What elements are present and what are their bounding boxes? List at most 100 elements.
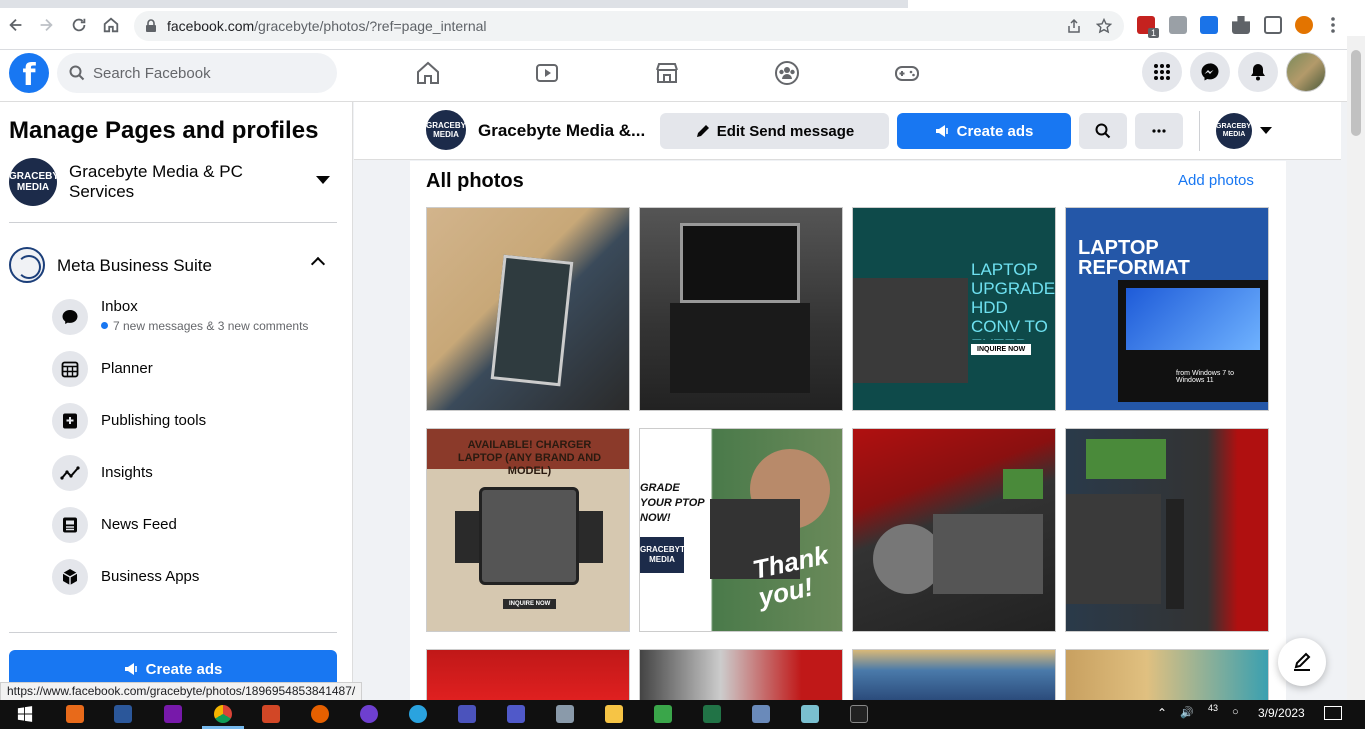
photo-thumbnail[interactable] [426, 649, 630, 701]
search-box[interactable] [57, 53, 337, 93]
network-app-icon[interactable] [552, 702, 578, 726]
notification-center-icon[interactable] [1324, 706, 1342, 720]
spreadsheet-app-icon[interactable] [650, 702, 676, 726]
photo-thumbnail[interactable]: LAPTOP REFORMAT from Windows 7 to Window… [1065, 207, 1269, 411]
teams-work-app-icon[interactable] [503, 702, 529, 726]
photo-thumbnail[interactable] [426, 207, 630, 411]
side-panel-icon[interactable] [1264, 16, 1282, 34]
overlay-cta: INQUIRE NOW [971, 344, 1032, 355]
sidebar-item-planner[interactable]: Planner [52, 350, 342, 390]
network-icon[interactable]: ○ [1232, 706, 1239, 718]
meta-business-suite-label: Meta Business Suite [57, 256, 212, 275]
photo-thumbnail[interactable] [1065, 649, 1269, 701]
photo-thumbnail[interactable] [1065, 428, 1269, 632]
page-search-button[interactable] [1079, 113, 1127, 149]
screen-extension-icon[interactable] [1200, 16, 1218, 34]
sidebar-item-label: Publishing tools [101, 412, 207, 429]
more-options-button[interactable] [1135, 113, 1183, 149]
laptop-keyboard-shape [670, 303, 810, 393]
caret-down-icon[interactable] [1260, 127, 1272, 134]
back-icon[interactable] [4, 13, 28, 37]
photo-thumbnail[interactable] [639, 207, 843, 411]
account-avatar[interactable] [1286, 52, 1326, 92]
search-input[interactable] [93, 53, 323, 93]
chrome-app-icon[interactable] [210, 702, 236, 726]
add-photos-link[interactable]: Add photos [1178, 172, 1254, 189]
charger-photo [479, 487, 579, 585]
share-icon[interactable] [1066, 18, 1082, 34]
groups-nav-icon[interactable] [767, 56, 807, 90]
messenger-icon[interactable] [1190, 52, 1230, 92]
home-nav-icon[interactable] [408, 56, 448, 90]
edit-send-message-button[interactable]: Edit Send message [660, 113, 889, 149]
photo-thumbnail[interactable] [639, 649, 843, 701]
sidebar-item-inbox[interactable]: Inbox 7 new messages & 3 new comments [52, 298, 342, 338]
photo-thumbnail[interactable] [852, 428, 1056, 632]
word-app-icon[interactable] [110, 702, 136, 726]
excel-app-icon[interactable] [699, 702, 725, 726]
create-ads-label: Create ads [956, 122, 1034, 140]
sidebar-item-news-feed[interactable]: News Feed [52, 506, 342, 546]
cast-extension-icon[interactable] [1169, 16, 1187, 34]
sidebar-title: Manage Pages and profiles [9, 117, 319, 144]
overlay-subtext: from Windows 7 to Windows 11 [1176, 370, 1234, 384]
create-ads-button[interactable]: Create ads [897, 113, 1071, 149]
notifications-bell-icon[interactable] [1238, 52, 1278, 92]
powerpoint-app-icon[interactable] [258, 702, 284, 726]
more-dots-icon [1152, 129, 1166, 133]
marketplace-nav-icon[interactable] [647, 56, 687, 90]
sidebar-item-business-apps[interactable]: Business Apps [52, 558, 342, 598]
overlay-text: LAPTOP REFORMAT [1078, 237, 1190, 279]
windows-screen [1126, 288, 1260, 350]
search-icon [69, 65, 85, 81]
sidebar-item-publishing-tools[interactable]: Publishing tools [52, 402, 342, 442]
photo-thumbnail[interactable]: GRADE YOUR PTOP NOW! GRACEBYTE MEDIA Tha… [639, 428, 843, 632]
browser-app-icon[interactable] [356, 702, 382, 726]
onenote-app-icon[interactable] [160, 702, 186, 726]
teams-app-icon[interactable] [454, 702, 480, 726]
sidebar-item-insights[interactable]: Insights [52, 454, 342, 494]
overlay-cta: INQUIRE NOW [503, 599, 557, 609]
facebook-logo[interactable]: f [9, 53, 49, 93]
publishing-icon [52, 403, 88, 439]
menu-grid-icon[interactable] [1142, 52, 1182, 92]
page-name: Gracebyte Media & PC Services [69, 162, 243, 201]
windows-start-icon[interactable] [12, 702, 38, 726]
gaming-nav-icon[interactable] [887, 56, 927, 90]
speaker-icon[interactable]: 🔊 [1180, 706, 1194, 719]
firefox-app-icon[interactable] [307, 702, 333, 726]
megaphone-icon [935, 125, 948, 137]
edit-send-label: Edit Send message [716, 122, 855, 140]
watch-nav-icon[interactable] [527, 56, 567, 90]
telegram-app-icon[interactable] [405, 702, 431, 726]
profile-switcher-avatar[interactable]: GRACEBYTE MEDIA [1216, 113, 1252, 149]
star-icon[interactable] [1096, 18, 1112, 34]
scrollbar-thumb[interactable] [1351, 50, 1361, 136]
page-switcher[interactable]: GRACEBYTE MEDIA Gracebyte Media & PC Ser… [9, 158, 339, 208]
sidebar-item-label: News Feed [101, 516, 177, 533]
clock-date[interactable]: 3/9/2023 [1258, 706, 1305, 720]
address-bar[interactable]: facebook.com/gracebyte/photos/?ref=page_… [134, 11, 1124, 41]
profile-avatar[interactable] [1295, 16, 1313, 34]
photo-thumbnail[interactable]: LAPTOP UPGRADE HDD CONV TO EXTER INQUIRE… [852, 207, 1056, 411]
photo-thumbnail[interactable] [852, 649, 1056, 701]
viewer-app-icon[interactable] [797, 702, 823, 726]
photo-thumbnail[interactable]: AVAILABLE! CHARGER LAPTOP (ANY BRAND AND… [426, 428, 630, 632]
home-icon[interactable] [99, 13, 123, 37]
sidebar-item-label: Planner [101, 360, 153, 377]
forward-icon[interactable] [34, 13, 58, 37]
file-explorer-icon[interactable] [601, 702, 627, 726]
page-header-logo[interactable]: GRACEBYTE MEDIA [426, 110, 466, 150]
reload-icon[interactable] [67, 13, 91, 37]
new-message-button[interactable] [1278, 638, 1326, 686]
ssd-shape [1166, 499, 1184, 609]
page-header-name[interactable]: Gracebyte Media &... [478, 121, 645, 141]
browser-menu-icon[interactable] [1330, 16, 1336, 34]
tool-app-icon[interactable] [748, 702, 774, 726]
tray-temperature: 43 [1208, 703, 1219, 713]
terminal-app-icon[interactable] [846, 702, 872, 726]
caret-down-icon [316, 176, 330, 184]
matlab-app-icon[interactable] [62, 702, 88, 726]
meta-business-suite-toggle[interactable]: Meta Business Suite [9, 245, 339, 285]
tray-chevron-icon[interactable]: ⌃ [1157, 706, 1167, 720]
